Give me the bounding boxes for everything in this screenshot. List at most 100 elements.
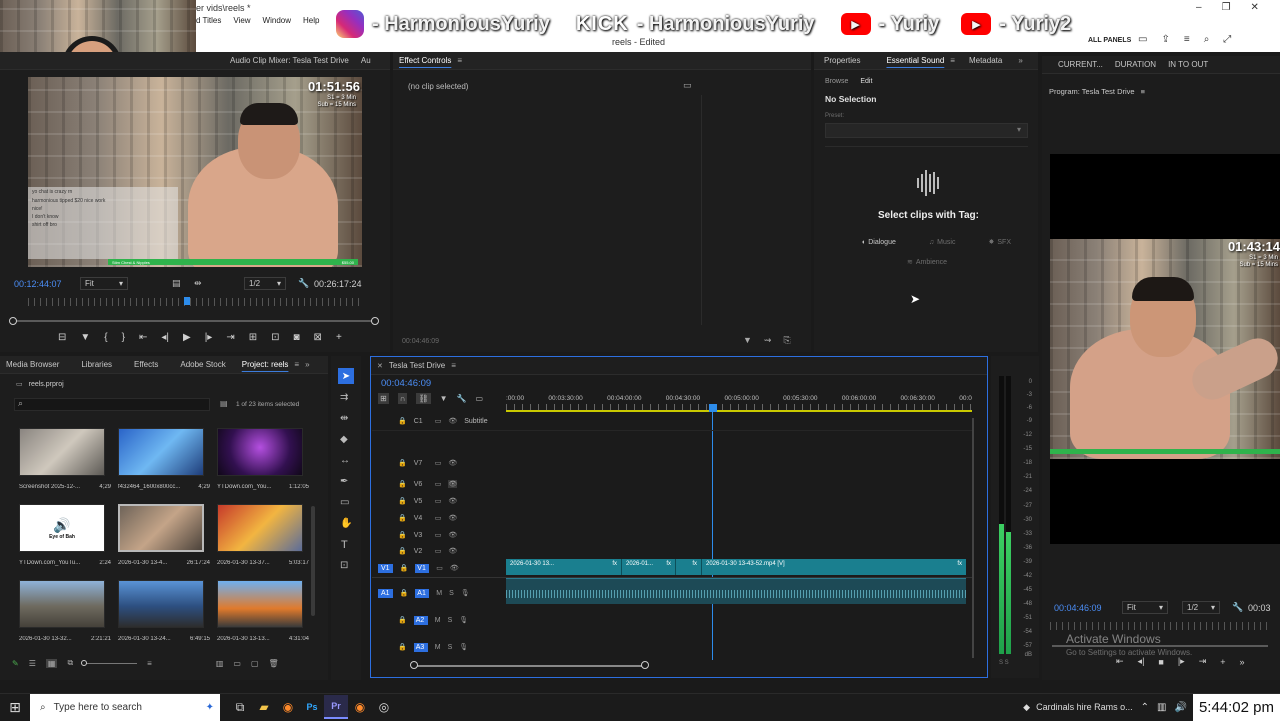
sync-icon[interactable]: ▭: [436, 564, 443, 572]
export-frame-icon[interactable]: ⎘: [783, 335, 790, 346]
play-icon[interactable]: ▶: [183, 332, 191, 343]
project-thumb-2[interactable]: [118, 428, 204, 476]
project-thumb-9[interactable]: [217, 580, 303, 628]
eye-icon[interactable]: 👁: [448, 480, 458, 488]
panel-icon[interactable]: ▭: [1138, 34, 1147, 45]
source-settings-icon[interactable]: ▤: [172, 278, 181, 289]
toggle-timeline-icon[interactable]: ▭: [683, 80, 692, 91]
go-to-in-icon[interactable]: ⇤: [1116, 656, 1124, 667]
source-playhead[interactable]: [184, 297, 190, 305]
insert-icon[interactable]: ⊟: [58, 332, 66, 343]
tab-project-reels[interactable]: Project: reels: [236, 360, 295, 369]
project-thumb-3[interactable]: [217, 428, 303, 476]
source-timecode[interactable]: 00:12:44:07: [14, 279, 62, 289]
captions-icon[interactable]: ▭: [435, 417, 442, 425]
mute-icon[interactable]: M: [436, 590, 442, 597]
source-patch-v1[interactable]: V1: [378, 563, 393, 573]
search-icon[interactable]: ⌕: [1204, 34, 1210, 45]
menu-help[interactable]: Help: [303, 16, 319, 25]
step-forward-icon[interactable]: |▸: [205, 332, 213, 343]
hscroll-handle-left[interactable]: [410, 661, 418, 669]
taskbar-search[interactable]: ⌕ Type here to search ✦: [30, 693, 220, 721]
go-to-out-icon[interactable]: ⇥: [1199, 656, 1207, 667]
eye-icon[interactable]: 👁: [448, 531, 457, 539]
trash-icon[interactable]: 🗑: [269, 659, 279, 668]
sync-icon[interactable]: ▭: [435, 547, 442, 555]
export-icon[interactable]: ⇪: [1161, 34, 1169, 45]
stop-icon[interactable]: ■: [1158, 657, 1163, 667]
source-insert-icon[interactable]: ⇹: [194, 278, 202, 289]
tag-sfx[interactable]: ✸ SFX: [984, 236, 1017, 248]
lock-icon[interactable]: 🔒: [400, 589, 409, 597]
lock-icon[interactable]: 🔒: [398, 514, 407, 522]
mark-out-icon[interactable]: }: [122, 332, 125, 343]
program-resolution-select[interactable]: 1/2 ▾: [1182, 601, 1220, 614]
step-back-icon[interactable]: ◂|: [161, 332, 169, 343]
panel-menu-icon[interactable]: ≡: [1141, 87, 1145, 96]
eye-icon[interactable]: 👁: [448, 459, 457, 467]
settings-icon[interactable]: ≡: [1184, 34, 1190, 45]
tab-audio-overflow[interactable]: Au: [355, 56, 377, 65]
eye-icon[interactable]: 👁: [448, 514, 457, 522]
file-explorer-icon[interactable]: ▰: [252, 695, 276, 719]
slip-icon[interactable]: ↔: [340, 455, 350, 466]
firefox-icon-2[interactable]: ◉: [348, 695, 372, 719]
camera-icon[interactable]: ◙: [294, 332, 300, 343]
step-forward-icon[interactable]: |▸: [1178, 656, 1185, 667]
panel-menu-icon[interactable]: ≡: [950, 56, 955, 65]
video-clip-1[interactable]: 2026-01-30 13... fx: [506, 559, 622, 575]
captions-toggle-icon[interactable]: ▭: [476, 394, 484, 403]
tab-essential-sound[interactable]: Essential Sound: [880, 56, 950, 65]
snap-icon[interactable]: ∩: [397, 393, 408, 404]
subtab-edit[interactable]: Edit: [860, 78, 872, 85]
start-icon[interactable]: ⊞: [0, 695, 30, 719]
overflow-icon[interactable]: »: [1240, 657, 1245, 667]
project-thumb-8[interactable]: [118, 580, 204, 628]
wrench-icon[interactable]: 🔧: [298, 278, 309, 289]
new-bin-icon[interactable]: ▭: [233, 659, 241, 668]
timeline-playhead-head[interactable]: [709, 404, 717, 412]
add-icon[interactable]: +: [1220, 657, 1225, 667]
solo-icon[interactable]: S: [448, 617, 453, 624]
restore-icon[interactable]: ❐: [1222, 2, 1231, 13]
type-icon[interactable]: T: [341, 539, 348, 551]
subtab-browse[interactable]: Browse: [825, 78, 848, 85]
panel-menu-icon[interactable]: ≡: [294, 360, 299, 369]
mic-icon[interactable]: 🎙: [461, 589, 470, 597]
overflow-icon[interactable]: »: [1018, 56, 1022, 65]
tab-timeline[interactable]: Tesla Test Drive: [383, 361, 451, 370]
panel-menu-icon[interactable]: ≡: [451, 361, 456, 370]
filter-icon[interactable]: ▼: [743, 335, 752, 346]
network-icon[interactable]: ▥: [1157, 702, 1166, 713]
tab-properties[interactable]: Properties: [818, 56, 866, 65]
audio-clip-a1[interactable]: [506, 578, 966, 604]
source-resolution-select[interactable]: 1/2 ▾: [244, 277, 286, 290]
task-view-icon[interactable]: ⧉: [228, 695, 252, 719]
tab-adobe-stock[interactable]: Adobe Stock: [174, 360, 231, 369]
project-thumb-6[interactable]: [217, 504, 303, 552]
premiere-icon[interactable]: Pr: [324, 695, 348, 719]
tab-duration[interactable]: DURATION: [1109, 60, 1162, 69]
add-marker-icon[interactable]: ▼: [440, 394, 448, 403]
scroll-handle-right[interactable]: [371, 317, 379, 325]
project-thumb-4[interactable]: 🔊 Eye of Bah: [19, 504, 105, 552]
lock-icon[interactable]: 🔒: [398, 480, 407, 488]
project-thumb-5[interactable]: [118, 504, 204, 552]
loop-icon[interactable]: ⇝: [764, 335, 772, 346]
track-select-icon[interactable]: ⇉: [340, 392, 348, 403]
insert-clip-icon[interactable]: ⊞: [249, 332, 257, 343]
project-thumb-1[interactable]: [19, 428, 105, 476]
list-view-icon[interactable]: ☰: [29, 659, 36, 668]
selection-tool-icon[interactable]: ➤: [338, 368, 354, 384]
menu-view[interactable]: View: [233, 16, 250, 25]
mic-icon[interactable]: 🎙: [459, 616, 468, 624]
timeline-hscroll[interactable]: [414, 665, 645, 667]
lock-icon[interactable]: 🔒: [398, 547, 407, 555]
tab-audio-clip-mixer[interactable]: Audio Clip Mixer: Tesla Test Drive: [224, 56, 355, 65]
timeline-timecode[interactable]: 00:04:46:09: [381, 378, 431, 389]
eye-icon[interactable]: 👁: [448, 417, 457, 425]
razor-icon[interactable]: ◆: [340, 434, 348, 445]
track-label-a3[interactable]: A3: [413, 642, 428, 652]
source-fit-select[interactable]: Fit ▾: [80, 277, 128, 290]
close-icon[interactable]: ✕: [1251, 2, 1259, 13]
